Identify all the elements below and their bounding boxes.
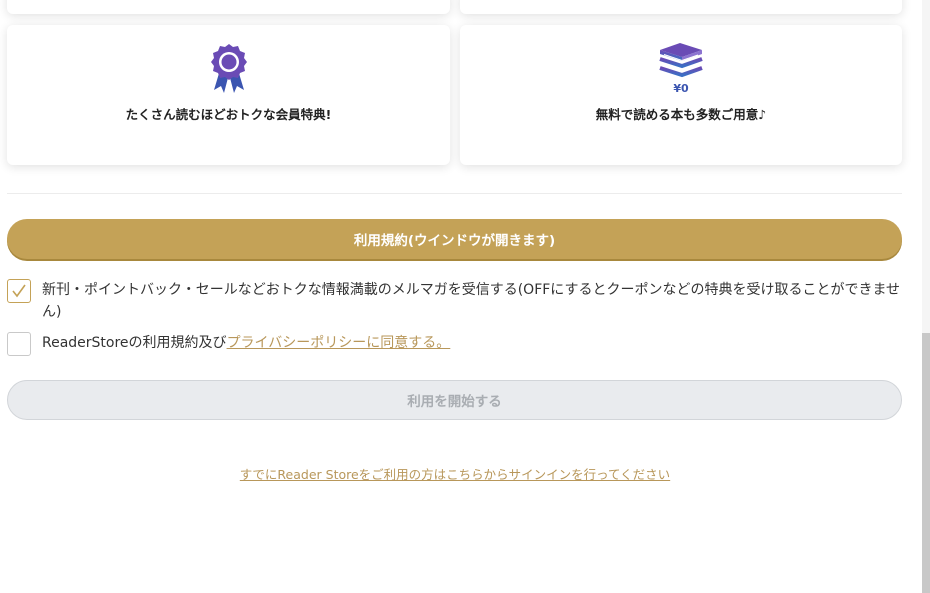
signin-link[interactable]: すでにReader Storeをご利用の方はこちらからサインインを行ってください	[0, 464, 910, 483]
scrollbar-thumb[interactable]	[922, 333, 930, 593]
terms-of-use-button[interactable]: 利用規約(ウインドウが開きます)	[7, 219, 902, 259]
award-ribbon-icon	[209, 42, 249, 98]
scrollbar-track[interactable]	[922, 0, 930, 593]
privacy-policy-link[interactable]: プライバシーポリシーに同意する。	[227, 335, 451, 351]
feature-card-member-benefits: たくさん読むほどおトクな会員特典!	[7, 25, 450, 165]
checkmark-icon	[12, 284, 26, 298]
registration-page: たくさん読むほどおトクな会員特典! ¥0 無料で読める本も多数ご用意♪ 利用規約…	[0, 0, 922, 593]
newsletter-checkbox[interactable]	[7, 279, 31, 303]
yen-zero-label: ¥0	[673, 82, 689, 94]
free-books-text: 無料で読める本も多数ご用意♪	[595, 107, 767, 122]
feature-card-top-right	[460, 0, 902, 14]
agreement-checkbox[interactable]	[7, 332, 31, 356]
section-divider	[7, 193, 902, 194]
agreement-option: ReaderStoreの利用規約及びプライバシーポリシーに同意する。	[7, 332, 902, 356]
member-benefits-text: たくさん読むほどおトクな会員特典!	[125, 107, 332, 122]
feature-card-free-books: ¥0 無料で読める本も多数ご用意♪	[460, 25, 902, 165]
agreement-label-prefix[interactable]: ReaderStoreの利用規約及び	[42, 335, 227, 351]
newsletter-option: 新刊・ポイントバック・セールなどおトクな情報満載のメルマガを受信する(OFFにす…	[7, 279, 902, 323]
feature-card-top-left	[7, 0, 450, 14]
start-using-button[interactable]: 利用を開始する	[7, 380, 902, 420]
books-stack-icon: ¥0	[658, 42, 704, 98]
agreement-label: ReaderStoreの利用規約及びプライバシーポリシーに同意する。	[42, 332, 450, 354]
newsletter-label[interactable]: 新刊・ポイントバック・セールなどおトクな情報満載のメルマガを受信する(OFFにす…	[42, 279, 902, 323]
